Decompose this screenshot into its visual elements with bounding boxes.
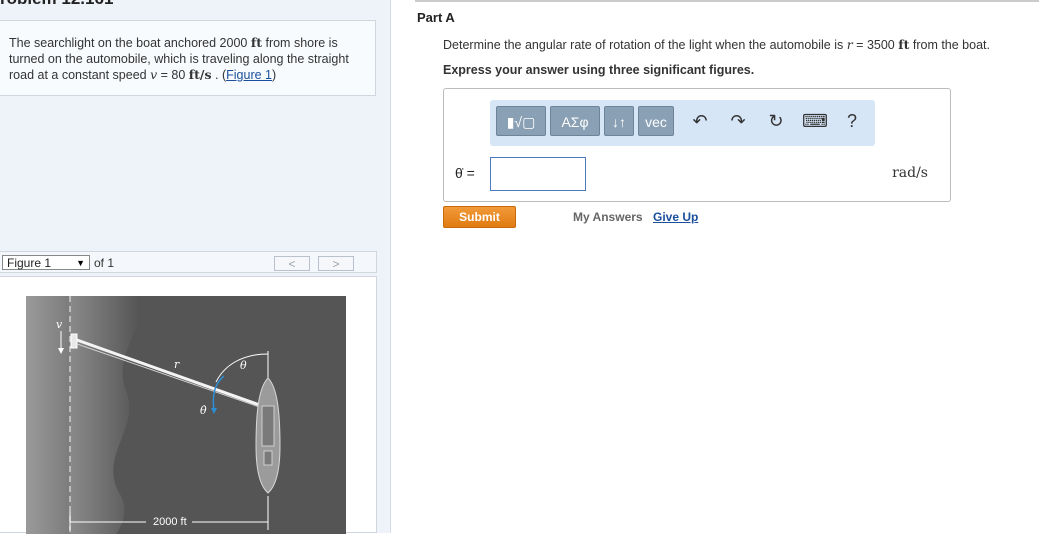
question-unit-ft: ft xyxy=(898,37,910,52)
problem-unit-ft: ft xyxy=(250,35,262,50)
part-label: Part A xyxy=(417,10,455,25)
greek-symbols-button[interactable]: ΑΣφ xyxy=(550,106,600,136)
figure-label-v: v xyxy=(56,318,63,331)
problem-column: roblem 12.161 The searchlight on the boa… xyxy=(0,0,391,534)
instruction-text: Express your answer using three signific… xyxy=(443,63,755,77)
give-up-link[interactable]: Give Up xyxy=(653,210,698,224)
submit-button[interactable]: Submit xyxy=(443,206,516,228)
answer-input[interactable] xyxy=(490,157,586,191)
boat-deck xyxy=(263,450,273,466)
figure-select-value: Figure 1 xyxy=(7,256,52,270)
figure-panel: v r θ θ̇ 2000 ft xyxy=(0,276,377,534)
boat-cabin xyxy=(261,405,275,447)
automobile xyxy=(70,333,78,349)
reset-icon[interactable]: ↻ xyxy=(764,108,788,134)
problem-text-4: . ( xyxy=(211,68,227,82)
help-icon[interactable]: ? xyxy=(840,108,864,134)
question-text-3: from the boat. xyxy=(909,38,990,52)
question-text-1: Determine the angular rate of rotation o… xyxy=(443,38,847,52)
figure-link[interactable]: Figure 1 xyxy=(226,68,272,82)
figure-label-theta-dot: θ̇ xyxy=(200,404,207,417)
figure-label-r: r xyxy=(174,358,180,371)
problem-statement-box: The searchlight on the boat anchored 200… xyxy=(0,20,376,96)
undo-icon[interactable]: ↶ xyxy=(688,108,712,134)
arrows-button[interactable]: ↓↑ xyxy=(604,106,634,136)
problem-text-3: = 80 xyxy=(157,68,189,82)
templates-button[interactable]: ▮√▢ xyxy=(496,106,546,136)
figure-label-theta: θ xyxy=(240,359,247,372)
problem-unit-speed: ft/s xyxy=(188,67,212,82)
problem-text-1: The searchlight on the boat anchored 200… xyxy=(9,36,251,50)
redo-icon[interactable]: ↷ xyxy=(726,108,750,134)
question-text: Determine the angular rate of rotation o… xyxy=(443,37,990,52)
problem-statement: The searchlight on the boat anchored 200… xyxy=(9,35,369,83)
searchlight-figure: v r θ θ̇ 2000 ft xyxy=(26,296,346,534)
problem-title: roblem 12.161 xyxy=(0,0,113,9)
figure-label-distance: 2000 ft xyxy=(153,516,187,528)
answer-box: ▮√▢ ΑΣφ ↓↑ vec ↶ ↷ ↻ ⌨ ? θ̇ = rad/s xyxy=(443,88,951,202)
question-text-2: = 3500 xyxy=(852,38,899,52)
vector-button[interactable]: vec xyxy=(638,106,674,136)
dropdown-caret-icon: ▼ xyxy=(76,258,85,268)
road-area xyxy=(26,296,70,534)
figure-count: of 1 xyxy=(94,256,115,270)
next-figure-button[interactable]: > xyxy=(318,256,354,271)
answer-unit-label: rad/s xyxy=(892,165,928,181)
keyboard-icon[interactable]: ⌨ xyxy=(802,108,828,134)
problem-text-5: ) xyxy=(271,68,277,82)
my-answers-link[interactable]: My Answers xyxy=(573,210,643,224)
figure-select[interactable]: Figure 1 ▼ xyxy=(2,255,90,270)
answer-variable-label: θ̇ = xyxy=(455,165,475,181)
figure-navigation-bar: Figure 1 ▼ of 1 < > xyxy=(0,251,377,273)
top-divider xyxy=(415,0,1039,2)
previous-figure-button[interactable]: < xyxy=(274,256,310,271)
math-toolbar: ▮√▢ ΑΣφ ↓↑ vec ↶ ↷ ↻ ⌨ ? xyxy=(490,100,875,146)
